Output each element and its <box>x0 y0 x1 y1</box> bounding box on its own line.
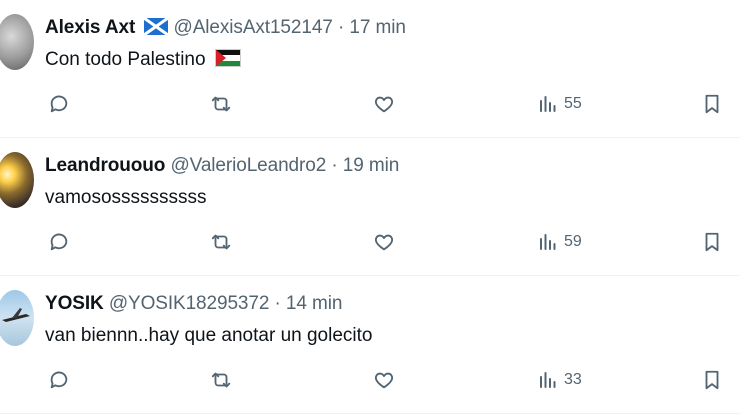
reply-button[interactable] <box>47 368 71 392</box>
retweet-icon <box>211 234 231 250</box>
avatar[interactable] <box>0 14 34 70</box>
tweet[interactable]: YOSIK @YOSIK18295372 · 14 min van biennn… <box>0 276 740 414</box>
avatar[interactable] <box>0 152 34 208</box>
palestine-flag-icon <box>214 49 241 73</box>
reply-button[interactable] <box>47 92 71 116</box>
views-button[interactable]: 33 <box>538 370 582 390</box>
heart-icon <box>375 372 393 389</box>
reply-icon <box>50 95 68 113</box>
views-count: 59 <box>564 233 582 250</box>
bookmark-icon <box>705 232 719 252</box>
tweet-text-content: vamosossssssssss <box>45 187 207 208</box>
retweet-button[interactable] <box>209 368 233 392</box>
bookmark-button[interactable] <box>700 230 724 254</box>
reply-icon <box>50 371 68 389</box>
retweet-button[interactable] <box>209 92 233 116</box>
tweet-text-content: Con todo Palestino <box>45 49 206 70</box>
tweet[interactable]: Alexis Axt @AlexisAxt152147 · 17 min Con… <box>0 0 740 138</box>
bookmark-button[interactable] <box>700 368 724 392</box>
like-button[interactable] <box>372 368 396 392</box>
display-name[interactable]: YOSIK <box>45 293 104 314</box>
retweet-icon <box>211 96 231 112</box>
handle[interactable]: @YOSIK18295372 <box>109 293 270 314</box>
timestamp[interactable]: · 14 min <box>275 293 343 314</box>
timestamp[interactable]: · 17 min <box>338 17 406 38</box>
bookmark-icon <box>705 370 719 390</box>
reply-icon <box>50 233 68 251</box>
like-button[interactable] <box>372 92 396 116</box>
tweet-text: vamosossssssssss <box>45 187 207 209</box>
tweet-text: Con todo Palestino <box>45 49 241 73</box>
tweet-text-content: van biennn..hay que anotar un golecito <box>45 325 373 346</box>
analytics-icon <box>540 234 556 250</box>
retweet-button[interactable] <box>209 230 233 254</box>
handle[interactable]: @ValerioLeandro2 <box>170 155 326 176</box>
tweet-header: Leandrououo @ValerioLeandro2 · 19 min <box>45 155 399 177</box>
handle[interactable]: @AlexisAxt152147 <box>174 17 333 38</box>
like-button[interactable] <box>372 230 396 254</box>
timestamp[interactable]: · 19 min <box>331 155 399 176</box>
tweet[interactable]: Leandrououo @ValerioLeandro2 · 19 min va… <box>0 138 740 276</box>
views-count: 55 <box>564 95 582 112</box>
views-button[interactable]: 55 <box>538 94 582 114</box>
heart-icon <box>375 96 393 113</box>
tweet-header: YOSIK @YOSIK18295372 · 14 min <box>45 293 342 315</box>
display-name[interactable]: Alexis Axt <box>45 17 135 38</box>
bookmark-icon <box>705 94 719 114</box>
heart-icon <box>375 234 393 251</box>
views-count: 33 <box>564 371 582 388</box>
airplane-icon <box>2 308 30 322</box>
analytics-icon <box>540 96 556 112</box>
retweet-icon <box>211 372 231 388</box>
reply-button[interactable] <box>47 230 71 254</box>
avatar[interactable] <box>0 290 34 346</box>
analytics-icon <box>540 372 556 388</box>
tweet-text: van biennn..hay que anotar un golecito <box>45 325 372 347</box>
scotland-flag-icon <box>143 16 170 41</box>
views-button[interactable]: 59 <box>538 232 582 252</box>
tweet-header: Alexis Axt @AlexisAxt152147 · 17 min <box>45 16 406 41</box>
bookmark-button[interactable] <box>700 92 724 116</box>
display-name[interactable]: Leandrououo <box>45 155 165 176</box>
